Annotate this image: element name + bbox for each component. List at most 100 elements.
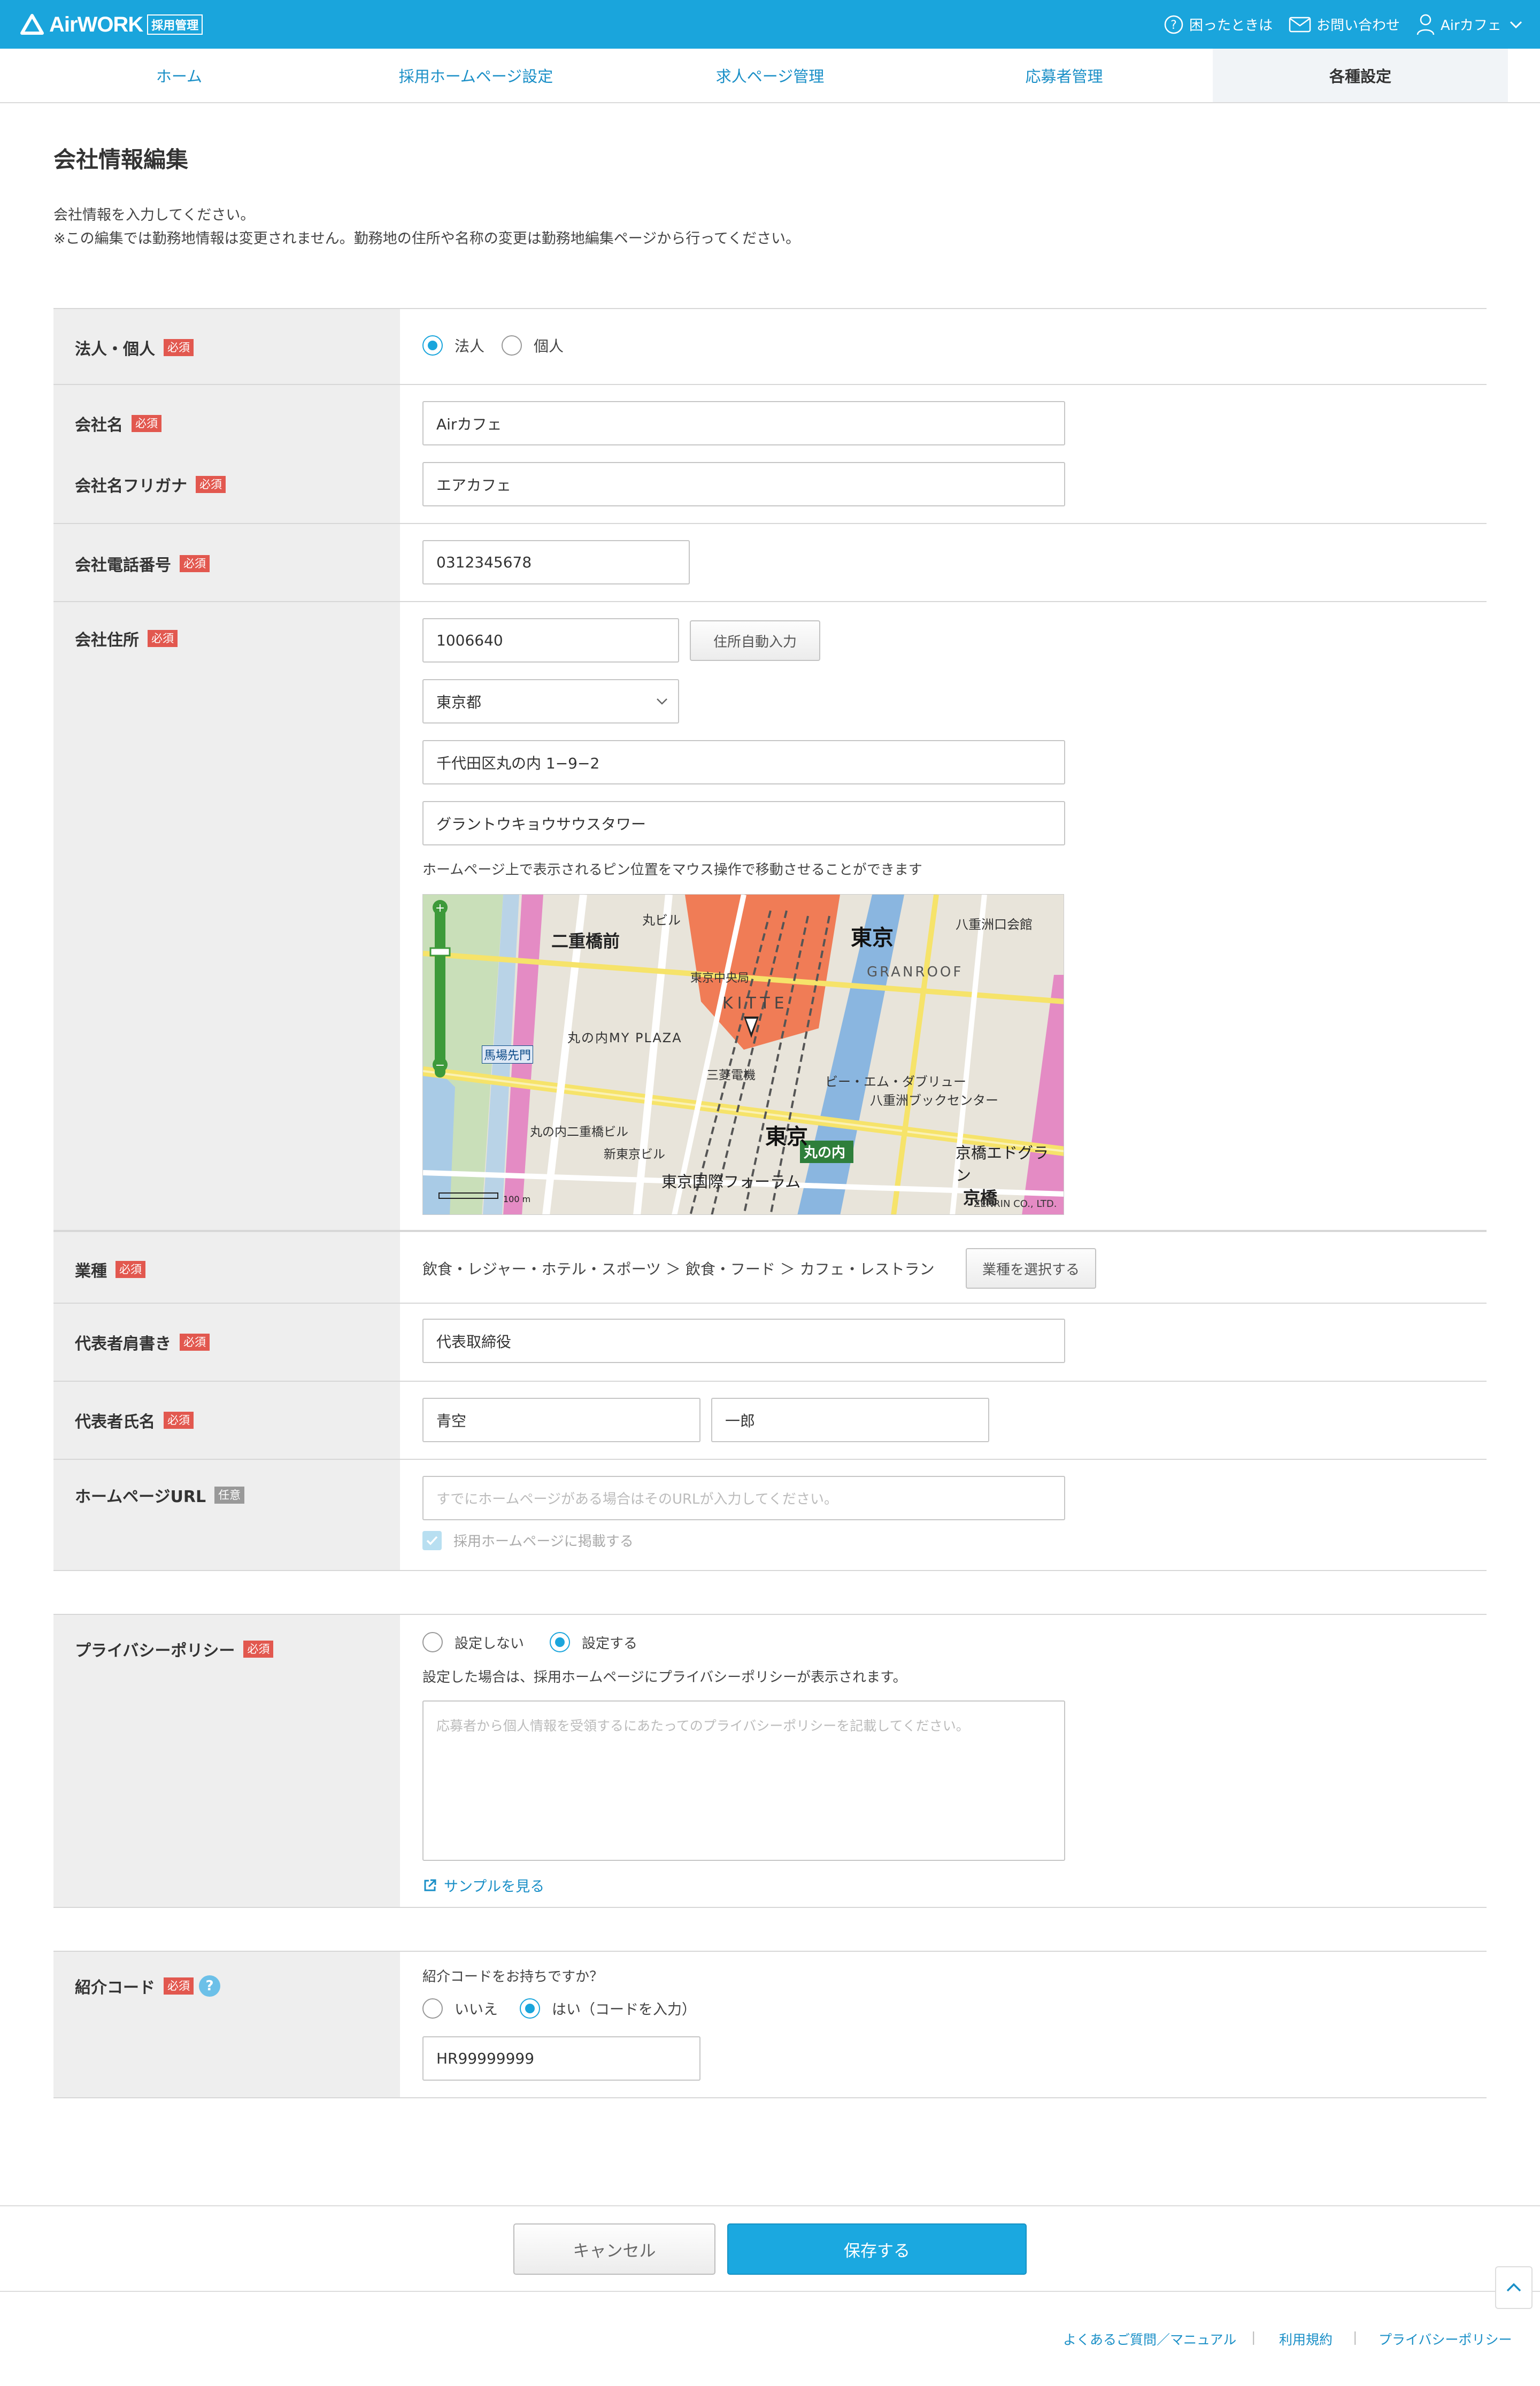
radio-selected-icon (520, 1998, 540, 2019)
rep-title-label: 代表者肩書き 必須 (75, 1330, 210, 1354)
entity-radio-corporate[interactable]: 法人 (422, 335, 484, 356)
required-badge: 必須 (164, 1977, 194, 1995)
map-label-tokyo-north: 東京 (851, 926, 894, 950)
save-button[interactable]: 保存する (727, 2223, 1027, 2275)
logo-text: AirWORK (49, 12, 143, 36)
optional-badge: 任意 (214, 1487, 245, 1504)
privacy-row: プライバシーポリシー 必須 設定しない 設定する 設定した場合は、採用ホームページ… (53, 1614, 1487, 1908)
help-icon: ? (1164, 15, 1183, 34)
privacy-radio-none[interactable]: 設定しない (422, 1632, 524, 1652)
address-autofill-button[interactable]: 住所自動入力 (690, 620, 820, 661)
map-label-nijubashimae: 二重橋前 (551, 931, 620, 951)
main-nav: ホーム 採用ホームページ設定 求人ページ管理 応募者管理 各種設定 (0, 49, 1540, 103)
radio-selected-icon (550, 1632, 570, 1652)
referral-radio-no[interactable]: いいえ (422, 1998, 498, 2019)
intro-text: 会社情報を入力してください。 (53, 207, 255, 224)
map-label-tokyo-station: 東京 (765, 1125, 808, 1149)
rep-name-label: 代表者氏名 必須 (75, 1408, 194, 1432)
scroll-to-top-button[interactable] (1495, 2266, 1533, 2309)
street-input[interactable]: 千代田区丸の内 1−9−2 (422, 740, 1065, 784)
location-map[interactable]: + − 二重橋前 東京 東京 馬場先門 丸の内二重橋ビル 新東京ビル 東京国際フ… (422, 894, 1064, 1215)
footer-separator: | (1251, 2329, 1256, 2345)
radio-selected-icon (422, 335, 443, 356)
rep-last-name-input[interactable]: 青空 (422, 1398, 700, 1442)
airwork-logo-icon (20, 14, 44, 35)
referral-label: 紹介コード 必須 ? (75, 1974, 220, 1998)
required-badge: 必須 (116, 1261, 145, 1278)
help-icon[interactable]: ? (199, 1975, 220, 1997)
account-label: Airカフェ (1441, 18, 1502, 34)
rep-title-input[interactable]: 代表取締役 (422, 1319, 1065, 1363)
referral-question: 紹介コードをお持ちですか？ (422, 1969, 604, 1985)
homepage-publish-checkbox[interactable]: 採用ホームページに掲載する (422, 1530, 634, 1550)
homepage-url-input[interactable]: すでにホームページがある場合はそのURLが入力してください。 (422, 1476, 1065, 1520)
map-label-kyobashi-edogran: 京橋エドグラン (956, 1144, 1049, 1184)
cancel-button[interactable]: キャンセル (513, 2223, 715, 2275)
sample-link[interactable]: サンプルを見る (422, 1875, 544, 1896)
industry-value: 飲食・レジャー・ホテル・スポーツ ＞ 飲食・フード ＞ カフェ・レストラン (422, 1260, 935, 1278)
radio-icon (422, 1998, 443, 2019)
address-label: 会社住所 必須 (75, 627, 178, 650)
privacy-textarea[interactable]: 応募者から個人情報を受領するにあたってのプライバシーポリシーを記載してください。 (422, 1700, 1065, 1861)
intro-note: ※この編集では勤務地情報は変更されません。勤務地の住所や名称の変更は勤務地編集ペ… (53, 230, 800, 247)
map-label-bmw: ビー・エム・ダブリュー (825, 1074, 966, 1089)
tab-applicants[interactable]: 応募者管理 (936, 49, 1192, 102)
entity-radio-individual[interactable]: 個人 (502, 335, 564, 356)
svg-text:−: − (435, 1059, 445, 1072)
map-copyright: ZENRIN CO., LTD. (974, 1198, 1057, 1210)
homepage-row: ホームページURL 任意 すでにホームページがある場合はそのURLが入力してくださ… (53, 1460, 1487, 1571)
rep-name-row: 代表者氏名 必須 青空 一郎 (53, 1382, 1487, 1460)
airwork-logo[interactable]: AirWORK 採用管理 (20, 11, 203, 39)
company-name-row: 会社名 必須 会社名フリガナ 必須 Airカフェ エアカフェ (53, 385, 1487, 524)
company-name-label: 会社名 必須 (75, 412, 161, 435)
map-label-marunouchi-nijubashi: 丸の内二重橋ビル (530, 1125, 628, 1139)
external-link-icon (424, 1879, 436, 1891)
privacy-note: 設定した場合は、採用ホームページにプライバシーポリシーが表示されます。 (422, 1669, 907, 1685)
referral-code-input[interactable]: HR99999999 (422, 2036, 700, 2081)
logo-badge: 採用管理 (147, 14, 203, 35)
contact-label: お問い合わせ (1316, 18, 1400, 34)
phone-row: 会社電話番号 必須 0312345678 (53, 524, 1487, 602)
tab-job-pages[interactable]: 求人ページ管理 (636, 49, 904, 102)
footer-link-faq[interactable]: よくあるご質問／マニュアル (1063, 2329, 1236, 2349)
tab-recruit-homepage[interactable]: 採用ホームページ設定 (332, 49, 620, 102)
privacy-label: プライバシーポリシー 必須 (75, 1637, 274, 1661)
checkbox-checked-icon (422, 1530, 442, 1550)
radio-icon (502, 335, 522, 356)
required-badge: 必須 (132, 415, 161, 432)
map-label-babasakimon: 馬場先門 (482, 1045, 534, 1064)
label-cell (53, 1952, 400, 2097)
prefecture-select[interactable]: 東京都 (422, 679, 679, 724)
help-link[interactable]: ? 困ったときは (1164, 0, 1273, 49)
account-menu[interactable]: Airカフェ (1416, 0, 1528, 49)
building-input[interactable]: グラントウキョウサウスタワー (422, 801, 1065, 845)
rep-title-row: 代表者肩書き 必須 代表取締役 (53, 1304, 1487, 1382)
label-cell (53, 385, 400, 523)
map-label-myplaza: 丸の内MY PLAZA (567, 1030, 682, 1045)
page-title: 会社情報編集 (53, 147, 189, 173)
tab-settings[interactable]: 各種設定 (1213, 49, 1508, 102)
referral-radio-yes[interactable]: はい（コードを入力） (520, 1998, 696, 2019)
footer-link-terms[interactable]: 利用規約 (1279, 2329, 1333, 2349)
zip-input[interactable]: 1006640 (422, 618, 679, 663)
footer-link-privacy[interactable]: プライバシーポリシー (1379, 2329, 1512, 2349)
prefecture-value: 東京都 (436, 693, 482, 711)
tab-home[interactable]: ホーム (0, 49, 358, 102)
map-label-mitsubishi: 三菱電機 (706, 1068, 756, 1082)
footer-separator: | (1353, 2329, 1358, 2345)
company-kana-input[interactable]: エアカフェ (422, 462, 1065, 506)
contact-link[interactable]: お問い合わせ (1289, 0, 1400, 49)
referral-row: 紹介コード 必須 ? 紹介コードをお持ちですか？ いいえ はい（コードを入力） H… (53, 1951, 1487, 2098)
select-industry-button[interactable]: 業種を選択する (966, 1248, 1096, 1289)
homepage-label: ホームページURL 任意 (75, 1483, 245, 1507)
company-name-input[interactable]: Airカフェ (422, 401, 1065, 445)
map-label-marubiru: 丸ビル (642, 913, 681, 928)
chevron-up-icon (1506, 2283, 1521, 2292)
map-label-yaesu-book: 八重洲ブックセンター (870, 1093, 998, 1108)
privacy-radio-set[interactable]: 設定する (550, 1632, 637, 1652)
phone-input[interactable]: 0312345678 (422, 540, 690, 584)
map-label-yaesu-kaikan: 八重洲口会館 (956, 917, 1033, 932)
rep-first-name-input[interactable]: 一郎 (711, 1398, 989, 1442)
svg-text:+: + (435, 902, 445, 915)
required-badge: 必須 (164, 339, 194, 356)
